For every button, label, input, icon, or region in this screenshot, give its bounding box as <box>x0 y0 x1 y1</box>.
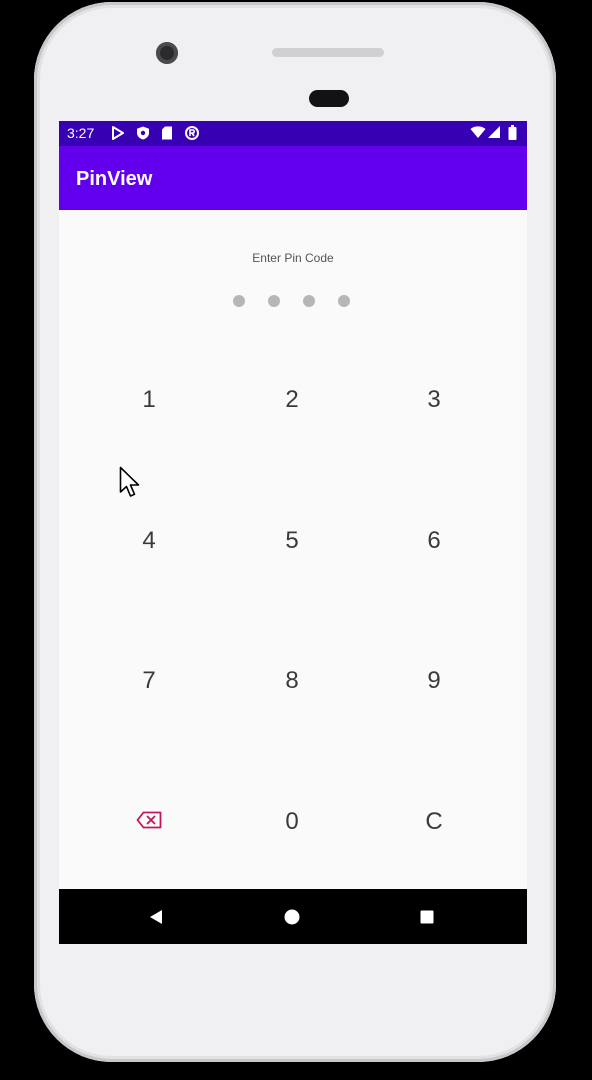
sd-card-icon <box>161 126 173 145</box>
key-3[interactable]: 3 <box>384 360 484 440</box>
status-time: 3:27 <box>67 125 95 141</box>
signal-icon <box>487 125 501 144</box>
shield-icon <box>136 126 150 145</box>
front-camera <box>156 42 178 64</box>
clear-button[interactable]: C <box>384 782 484 862</box>
status-bar: 3:27 <box>59 121 527 146</box>
key-5[interactable]: 5 <box>242 501 342 581</box>
pin-dot <box>268 295 280 307</box>
wifi-icon <box>470 125 486 144</box>
app-title: PinView <box>76 168 153 190</box>
key-8[interactable]: 8 <box>242 641 342 721</box>
key-1[interactable]: 1 <box>99 360 199 440</box>
back-icon[interactable] <box>145 906 167 928</box>
proximity-sensor <box>309 90 349 107</box>
key-7[interactable]: 7 <box>99 641 199 721</box>
navigation-bar <box>59 889 527 944</box>
backspace-icon <box>136 808 162 836</box>
pin-prompt: Enter Pin Code <box>252 251 334 265</box>
battery-icon <box>508 125 517 145</box>
key-2[interactable]: 2 <box>242 360 342 440</box>
earpiece-speaker <box>272 48 384 57</box>
play-store-icon <box>111 126 125 145</box>
key-9[interactable]: 9 <box>384 641 484 721</box>
mouse-cursor-icon <box>119 466 143 507</box>
accessibility-icon <box>185 126 199 145</box>
backspace-button[interactable] <box>99 782 199 862</box>
device-screen: 3:27 PinView Enter Pin Code 1 2 3 4 5 6 … <box>59 121 527 944</box>
pin-dot <box>338 295 350 307</box>
home-icon[interactable] <box>281 906 303 928</box>
pin-dot <box>303 295 315 307</box>
app-bar: PinView <box>59 146 527 210</box>
pin-indicator <box>233 295 355 307</box>
key-0[interactable]: 0 <box>242 782 342 862</box>
recents-icon[interactable] <box>416 906 438 928</box>
pin-dot <box>233 295 245 307</box>
key-4[interactable]: 4 <box>99 501 199 581</box>
key-6[interactable]: 6 <box>384 501 484 581</box>
